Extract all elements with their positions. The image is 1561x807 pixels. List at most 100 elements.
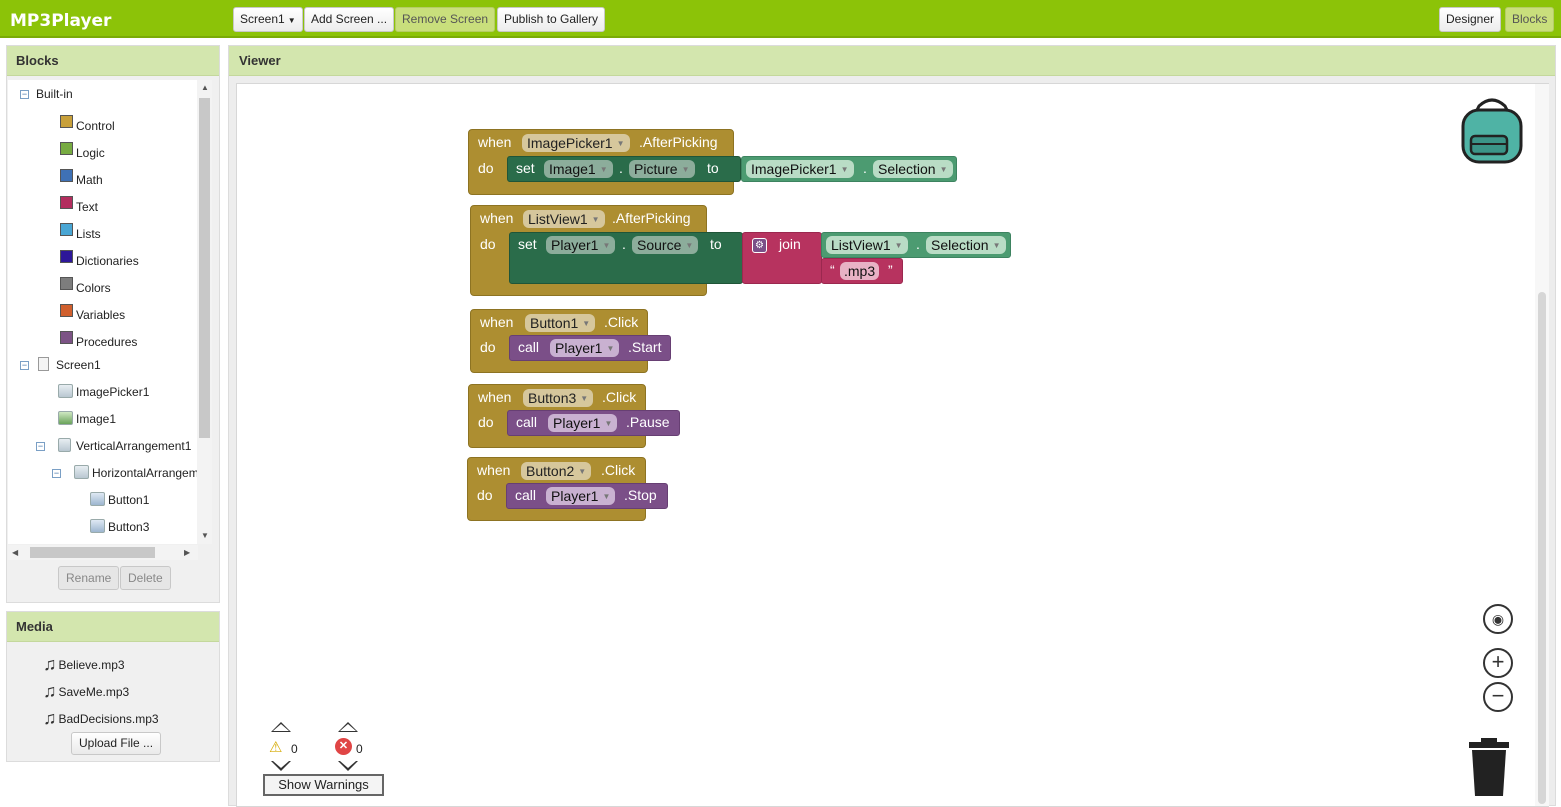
method-name: .Pause: [626, 414, 670, 430]
do-label: do: [478, 160, 494, 176]
component-dropdown[interactable]: Player1 ▼: [548, 414, 618, 432]
designer-button[interactable]: Designer: [1439, 7, 1502, 32]
component-dropdown[interactable]: ListView1 ▼: [826, 236, 908, 254]
property-name: Selection: [931, 237, 989, 253]
when-label: when: [480, 210, 514, 226]
property-name: Selection: [878, 161, 936, 177]
workspace-scrollbar[interactable]: [1535, 84, 1549, 806]
chevron-down-icon: ▼: [939, 165, 948, 174]
set-property-block[interactable]: set Player1 ▼ . Source ▼ to: [509, 232, 743, 284]
property-dropdown[interactable]: Picture ▼: [629, 160, 695, 178]
screen-select[interactable]: Screen1 ▼: [233, 7, 303, 32]
property-dropdown[interactable]: Source ▼: [632, 236, 699, 254]
blocks-button[interactable]: Blocks: [1505, 7, 1555, 32]
component-dropdown[interactable]: Player1 ▼: [546, 236, 616, 254]
tree-horizontal-scrollbar[interactable]: ◀ ▶: [8, 545, 198, 560]
component-name: Button2: [526, 463, 575, 479]
join-label: join: [779, 236, 801, 252]
component-dropdown[interactable]: Button2 ▼: [521, 462, 592, 480]
property-dropdown[interactable]: Selection ▼: [926, 236, 1006, 254]
call-label: call: [515, 487, 537, 503]
music-note-icon: ♫: [43, 654, 57, 674]
rename-button[interactable]: Rename: [58, 566, 120, 590]
scroll-up-icon[interactable]: ▲: [201, 83, 209, 92]
scroll-thumb[interactable]: [199, 98, 210, 438]
set-property-block[interactable]: set Image1 ▼ . Picture ▼ to: [507, 156, 741, 182]
scroll-down-icon[interactable]: ▼: [201, 531, 209, 540]
component-name: Image1: [549, 161, 596, 177]
backpack-icon[interactable]: [1457, 96, 1527, 166]
component-dropdown[interactable]: Player1 ▼: [546, 487, 616, 505]
errors-count: 0: [356, 742, 363, 756]
scroll-left-icon[interactable]: ◀: [12, 548, 18, 557]
add-screen-button[interactable]: Add Screen ...: [304, 7, 395, 32]
get-property-block[interactable]: ListView1 ▼ . Selection ▼: [821, 232, 1011, 258]
error-prev-icon[interactable]: [338, 722, 358, 732]
category-color-swatch: [60, 115, 73, 128]
text-value[interactable]: .mp3: [840, 262, 880, 280]
collapse-icon[interactable]: −: [36, 442, 45, 451]
component-dropdown[interactable]: ListView1 ▼: [523, 210, 605, 228]
delete-button[interactable]: Delete: [120, 566, 171, 590]
component-dropdown[interactable]: Player1 ▼: [550, 339, 620, 357]
publish-gallery-button[interactable]: Publish to Gallery: [497, 7, 606, 32]
tree-label: Text: [76, 200, 99, 214]
tree-label: VerticalArrangement1: [76, 439, 192, 453]
collapse-icon[interactable]: −: [52, 469, 61, 478]
chevron-down-icon: ▼: [894, 241, 903, 250]
component-name: ListView1: [831, 237, 891, 253]
tree-label: Lists: [76, 227, 101, 241]
image-picker-icon: [58, 384, 73, 398]
component-name: Player1: [551, 488, 599, 504]
media-file[interactable]: ♫ BadDecisions.mp3: [43, 708, 159, 729]
tree-label: Dictionaries: [76, 254, 139, 268]
tree-label: Screen1: [56, 358, 101, 372]
dot-label: .: [622, 236, 626, 252]
collapse-icon[interactable]: −: [20, 361, 29, 370]
show-warnings-button[interactable]: Show Warnings: [263, 774, 384, 796]
tree-vertical-scrollbar[interactable]: ▲ ▼: [197, 80, 212, 544]
chevron-down-icon: ▼: [591, 215, 600, 224]
quote-close: ”: [888, 262, 893, 278]
component-dropdown[interactable]: Button3 ▼: [523, 389, 594, 407]
music-note-icon: ♫: [43, 681, 57, 701]
recenter-icon[interactable]: ◉: [1483, 604, 1513, 634]
tree-label: Image1: [76, 412, 117, 426]
scroll-right-icon[interactable]: ▶: [184, 548, 190, 557]
media-file[interactable]: ♫ SaveMe.mp3: [43, 681, 129, 702]
scroll-thumb[interactable]: [1538, 292, 1546, 804]
trash-icon[interactable]: [1465, 738, 1513, 796]
call-method-block[interactable]: call Player1 ▼ .Pause: [507, 410, 680, 436]
gear-icon[interactable]: ⚙: [752, 238, 767, 253]
chevron-down-icon: ▼: [681, 165, 690, 174]
component-dropdown[interactable]: ImagePicker1 ▼: [746, 160, 854, 178]
property-dropdown[interactable]: Selection ▼: [873, 160, 953, 178]
call-method-block[interactable]: call Player1 ▼ .Start: [509, 335, 671, 361]
component-dropdown[interactable]: ImagePicker1 ▼: [522, 134, 630, 152]
media-file[interactable]: ♫ Believe.mp3: [43, 654, 125, 675]
blocks-workspace[interactable]: when ImagePicker1 ▼ .AfterPicking do set …: [236, 83, 1549, 807]
text-block[interactable]: “ .mp3 ”: [821, 258, 903, 284]
zoom-out-icon[interactable]: −: [1483, 682, 1513, 712]
get-property-block[interactable]: ImagePicker1 ▼ . Selection ▼: [741, 156, 957, 182]
component-dropdown[interactable]: Image1 ▼: [544, 160, 613, 178]
horizontal-arrangement-icon: [74, 465, 89, 479]
collapse-icon[interactable]: −: [20, 90, 29, 99]
zoom-in-icon[interactable]: +: [1483, 648, 1513, 678]
remove-screen-button[interactable]: Remove Screen: [395, 7, 496, 32]
chevron-down-icon: ▼: [602, 492, 611, 501]
blocks-tree: − Built-in − Screen1 ImagePicker1 Image1…: [8, 80, 198, 544]
warning-next-icon[interactable]: [271, 761, 291, 771]
tree-label: Math: [76, 173, 103, 187]
category-color-swatch: [60, 277, 73, 290]
component-dropdown[interactable]: Button1 ▼: [525, 314, 596, 332]
scroll-thumb[interactable]: [30, 547, 155, 558]
event-name: .AfterPicking: [612, 210, 691, 226]
join-block[interactable]: ⚙ join: [742, 232, 822, 284]
warning-prev-icon[interactable]: [271, 722, 291, 732]
call-method-block[interactable]: call Player1 ▼ .Stop: [506, 483, 668, 509]
blocks-panel-title: Blocks: [7, 46, 219, 76]
error-next-icon[interactable]: [338, 761, 358, 771]
upload-file-button[interactable]: Upload File ...: [71, 732, 162, 755]
tree-label: Logic: [76, 146, 105, 160]
